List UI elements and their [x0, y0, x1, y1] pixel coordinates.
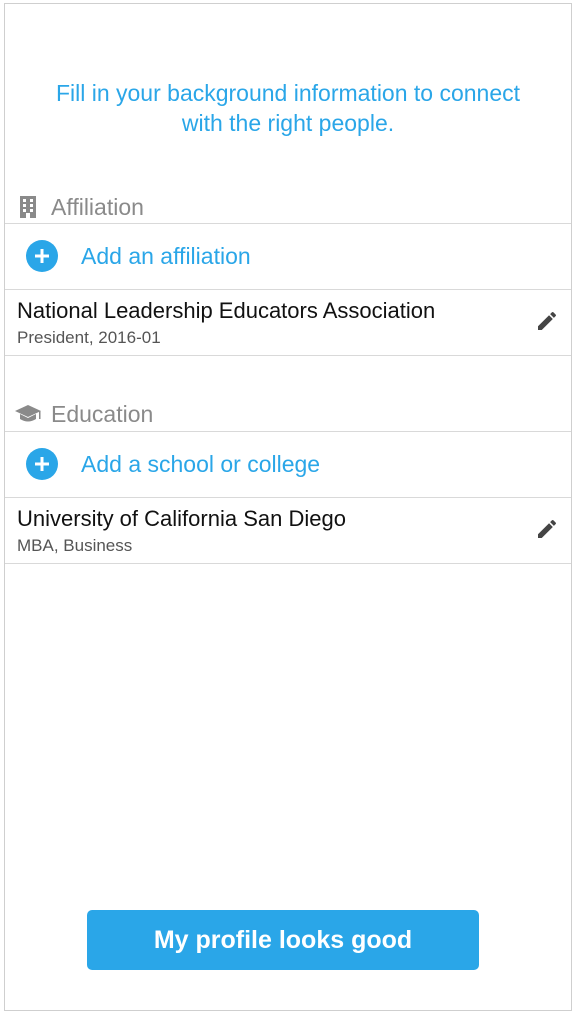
building-icon: [11, 196, 45, 218]
affiliation-header-label: Affiliation: [51, 193, 144, 220]
profile-looks-good-button[interactable]: My profile looks good: [87, 910, 479, 970]
pencil-icon[interactable]: [533, 515, 561, 543]
divider: [5, 355, 571, 356]
education-header: Education: [5, 397, 571, 431]
divider: [5, 563, 571, 564]
intro-text: Fill in your background information to c…: [25, 78, 551, 138]
add-school-button[interactable]: Add a school or college: [5, 432, 571, 496]
education-entry-subtitle: MBA, Business: [17, 536, 133, 555]
education-entry-title: University of California San Diego: [17, 506, 346, 531]
affiliation-entry[interactable]: National Leadership Educators Associatio…: [5, 290, 571, 354]
profile-screen: Fill in your background information to c…: [4, 3, 572, 1011]
affiliation-entry-title: National Leadership Educators Associatio…: [17, 298, 436, 323]
intro-line-2: with the right people.: [181, 110, 395, 136]
education-entry[interactable]: University of California San Diego MBA, …: [5, 498, 571, 562]
pencil-icon[interactable]: [533, 307, 561, 335]
plus-circle-icon: [26, 448, 58, 480]
graduation-cap-icon: [11, 404, 45, 424]
add-affiliation-label: Add an affiliation: [81, 242, 251, 269]
add-school-label: Add a school or college: [81, 450, 321, 477]
affiliation-header: Affiliation: [5, 190, 571, 224]
intro-line-1: Fill in your background information to c…: [55, 80, 521, 106]
education-header-label: Education: [51, 400, 154, 427]
add-affiliation-button[interactable]: Add an affiliation: [5, 224, 571, 288]
plus-circle-icon: [26, 240, 58, 272]
affiliation-entry-subtitle: President, 2016-01: [17, 328, 161, 347]
